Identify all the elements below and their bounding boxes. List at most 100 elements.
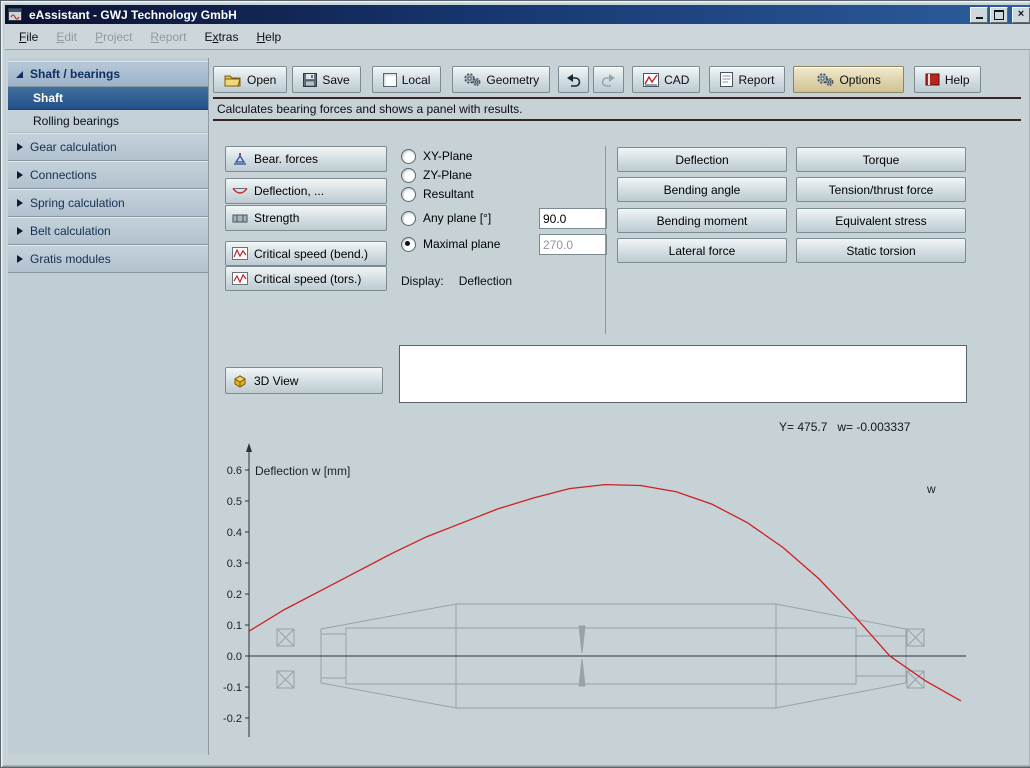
- result-label: Torque: [863, 153, 900, 167]
- local-checkbox[interactable]: [383, 73, 397, 87]
- minimize-icon: [976, 17, 983, 19]
- strength-label: Strength: [254, 211, 299, 225]
- view-3d-button[interactable]: 3D View: [225, 367, 383, 394]
- result-bending-moment-button[interactable]: Bending moment: [617, 208, 787, 233]
- radio-maximal-plane[interactable]: Maximal plane: [401, 236, 500, 252]
- radio-icon[interactable]: [401, 168, 416, 183]
- titlebar: eAssistant - GWJ Technology GmbH ×: [5, 5, 1030, 24]
- help-label: Help: [945, 73, 970, 87]
- cad-button[interactable]: CAD: [632, 66, 700, 93]
- sidebar-section-gratis-modules[interactable]: Gratis modules: [8, 245, 208, 273]
- center-pin-bottom: [579, 659, 585, 686]
- sidebar-section-gear-calculation[interactable]: Gear calculation: [8, 133, 208, 161]
- close-button[interactable]: ×: [1012, 7, 1030, 23]
- any-plane-input[interactable]: [539, 208, 607, 229]
- radio-icon[interactable]: [401, 149, 416, 164]
- display-value: Deflection: [459, 274, 512, 288]
- menu-report: Report: [141, 27, 195, 47]
- sidebar-section-spring-calculation[interactable]: Spring calculation: [8, 189, 208, 217]
- geometry-button[interactable]: Geometry: [452, 66, 550, 93]
- open-button[interactable]: Open: [213, 66, 287, 93]
- view-3d-label: 3D View: [254, 374, 298, 388]
- sidebar-section-label: Gratis modules: [30, 252, 111, 266]
- deflection-curve-icon: [232, 185, 248, 198]
- svg-text:-0.1: -0.1: [223, 682, 242, 694]
- radio-label: Maximal plane: [423, 237, 500, 251]
- sidebar-item-label: Rolling bearings: [33, 114, 119, 128]
- sidebar-section-belt-calculation[interactable]: Belt calculation: [8, 217, 208, 245]
- save-button[interactable]: Save: [292, 66, 360, 93]
- status-separator-rule: [213, 119, 1021, 121]
- sidebar-section-label: Belt calculation: [30, 224, 111, 238]
- radio-selected-icon[interactable]: [401, 237, 416, 252]
- options-label: Options: [839, 73, 880, 87]
- sidebar-section-connections[interactable]: Connections: [8, 161, 208, 189]
- radio-label: Resultant: [423, 187, 474, 201]
- sidebar-section-label: Spring calculation: [30, 196, 125, 210]
- collapsed-triangle-icon: [17, 255, 23, 263]
- menu-edit: Edit: [47, 27, 86, 47]
- minimize-button[interactable]: [970, 7, 988, 23]
- red-book-icon: [925, 73, 940, 86]
- collapsed-triangle-icon: [17, 227, 23, 235]
- result-torque-button[interactable]: Torque: [796, 147, 966, 172]
- bearing-symbol-right: [907, 629, 924, 688]
- deflection-calc-label: Deflection, ...: [254, 184, 324, 198]
- result-tension-thrust-button[interactable]: Tension/thrust force: [796, 177, 966, 202]
- sidebar-section-shaft-bearings[interactable]: Shaft / bearings: [8, 61, 208, 87]
- result-deflection-button[interactable]: Deflection: [617, 147, 787, 172]
- chart-series-label: w: [926, 482, 936, 496]
- radio-any-plane[interactable]: Any plane [°]: [401, 210, 491, 226]
- cursor-readout: Y= 475.7 w= -0.003337: [779, 420, 910, 434]
- collapsed-triangle-icon: [17, 143, 23, 151]
- maximize-button[interactable]: [990, 7, 1008, 23]
- result-static-torsion-button[interactable]: Static torsion: [796, 238, 966, 263]
- radio-zy-plane[interactable]: ZY-Plane: [401, 167, 472, 183]
- radio-icon[interactable]: [401, 187, 416, 202]
- redo-arrow-icon: [600, 72, 617, 87]
- sidebar-item-shaft[interactable]: Shaft: [8, 87, 208, 110]
- local-toggle[interactable]: Local: [372, 66, 442, 93]
- result-label: Bending moment: [657, 214, 748, 228]
- window-title: eAssistant - GWJ Technology GmbH: [29, 8, 237, 22]
- bear-forces-label: Bear. forces: [254, 152, 318, 166]
- result-label: Equivalent stress: [835, 214, 926, 228]
- radio-icon[interactable]: [401, 211, 416, 226]
- close-icon: ×: [1018, 9, 1024, 20]
- deflection-calc-button[interactable]: Deflection, ...: [225, 178, 387, 204]
- svg-text:0.3: 0.3: [227, 558, 242, 570]
- result-bending-angle-button[interactable]: Bending angle: [617, 177, 787, 202]
- bear-forces-button[interactable]: Bear. forces: [225, 146, 387, 172]
- sidebar-item-rolling-bearings[interactable]: Rolling bearings: [8, 110, 208, 133]
- menu-extras[interactable]: Extras: [195, 27, 247, 47]
- toolbar-separator-rule: [213, 97, 1021, 99]
- sidebar-section-label: Gear calculation: [30, 140, 117, 154]
- undo-button[interactable]: [558, 66, 589, 93]
- radio-resultant[interactable]: Resultant: [401, 186, 474, 202]
- local-label: Local: [402, 73, 431, 87]
- deflection-chart[interactable]: 0.60.50.40.30.20.10.0-0.1-0.2 Deflection…: [211, 441, 991, 753]
- collapsed-triangle-icon: [17, 199, 23, 207]
- svg-text:-0.2: -0.2: [223, 713, 242, 725]
- menu-file[interactable]: File: [10, 27, 47, 47]
- main-panel: Open Save Local Geometry CAD: [209, 58, 1024, 755]
- critical-speed-bend-button[interactable]: Critical speed (bend.): [225, 241, 387, 266]
- maximize-icon: [994, 10, 1004, 20]
- radio-xy-plane[interactable]: XY-Plane: [401, 148, 473, 164]
- sidebar: Shaft / bearings Shaft Rolling bearings …: [8, 58, 209, 755]
- report-button[interactable]: Report: [709, 66, 785, 93]
- options-button[interactable]: Options: [793, 66, 903, 93]
- result-label: Tension/thrust force: [829, 183, 934, 197]
- result-lateral-force-button[interactable]: Lateral force: [617, 238, 787, 263]
- svg-text:0.1: 0.1: [227, 620, 242, 632]
- help-button[interactable]: Help: [914, 66, 981, 93]
- window-controls: ×: [970, 7, 1030, 23]
- menu-help[interactable]: Help: [247, 27, 290, 47]
- strength-button[interactable]: Strength: [225, 205, 387, 231]
- result-equivalent-stress-button[interactable]: Equivalent stress: [796, 208, 966, 233]
- bearing-symbol-left: [277, 629, 294, 688]
- cad-drawing-icon: [643, 73, 659, 87]
- critical-speed-tors-button[interactable]: Critical speed (tors.): [225, 266, 387, 291]
- report-label: Report: [738, 73, 774, 87]
- menu-project: Project: [86, 27, 141, 47]
